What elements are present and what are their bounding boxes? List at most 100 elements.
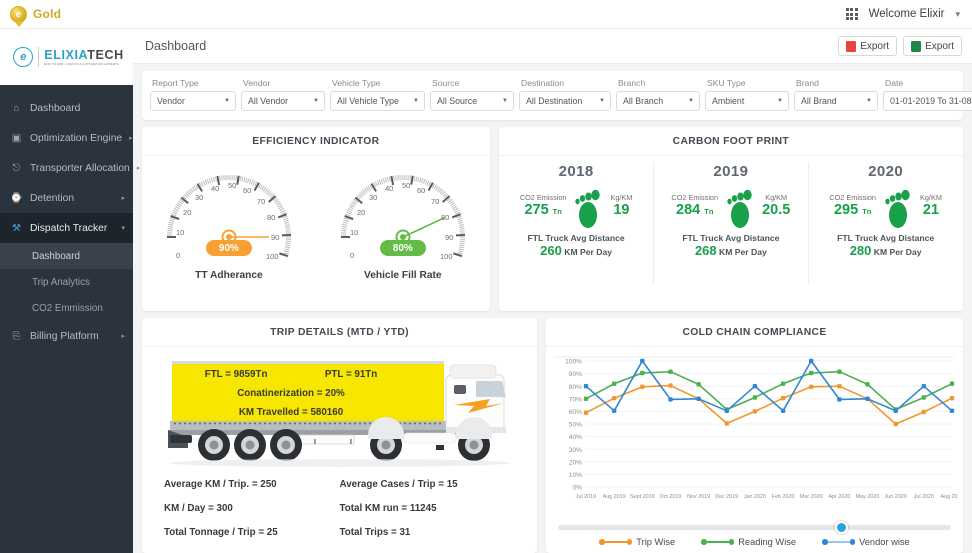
- svg-text:10%: 10%: [569, 472, 582, 479]
- select-value: All Source: [437, 96, 478, 106]
- select-value: All Destination: [526, 96, 583, 106]
- chart-scroll-thumb[interactable]: [835, 521, 849, 534]
- sidebar-item-label: Transporter Allocation: [30, 162, 130, 174]
- svg-text:40%: 40%: [569, 434, 582, 441]
- svg-text:Jan 2020: Jan 2020: [744, 494, 766, 500]
- branch-select[interactable]: All Branch ▼: [616, 91, 700, 111]
- pdf-icon: [846, 40, 857, 52]
- logo-text-elixia: ELIXIA: [44, 47, 88, 62]
- page-header: Dashboard Export Export: [133, 29, 972, 64]
- svg-text:50%: 50%: [569, 422, 582, 429]
- welcome-label[interactable]: Welcome Elixir: [869, 8, 945, 20]
- kgkm-value: 19: [613, 202, 630, 219]
- svg-text:80%: 80%: [569, 384, 582, 391]
- carbon-years: 2018 CO2 Emission 275 Tn Kg/KM 19 FTL Tr…: [499, 156, 963, 296]
- svg-text:100%: 100%: [565, 359, 582, 366]
- sidebar-subitem-co2-emmission[interactable]: CO2 Emmission: [0, 295, 133, 321]
- logo-words: ELIXIATECH END TO END LOGISTICS AUTOMATI…: [44, 47, 124, 66]
- filter-label: Destination: [521, 78, 564, 88]
- efficiency-indicator-panel: EFFICIENCY INDICATOR 0 10 20 30 40 50 60: [142, 127, 490, 311]
- export-pdf-button[interactable]: Export: [838, 36, 898, 56]
- dispatch-icon: ⚒: [12, 222, 21, 234]
- export-excel-button[interactable]: Export: [903, 36, 962, 56]
- sidebar-subitem-dashboard[interactable]: Dashboard: [0, 243, 133, 269]
- svg-text:0: 0: [176, 251, 180, 260]
- filter-label: Source: [432, 78, 460, 88]
- sidebar-item-detention[interactable]: ⌚ Detention ▸: [0, 183, 133, 213]
- sidebar-item-dashboard[interactable]: ⌂ Dashboard: [0, 93, 133, 123]
- dashboard-row-top: EFFICIENCY INDICATOR 0 10 20 30 40 50 60: [133, 120, 972, 311]
- svg-text:70: 70: [431, 197, 439, 206]
- ftl-unit: KM Per Day: [873, 247, 922, 257]
- svg-text:40: 40: [385, 184, 393, 193]
- logo-text-tech: TECH: [87, 47, 124, 62]
- vehicle-fill-rate-badge: 80%: [379, 240, 426, 256]
- sidebar-item-arrow: ▸: [121, 195, 125, 202]
- ftl-distance-value: 260: [540, 243, 562, 258]
- legend-item-reading-wise[interactable]: Reading Wise: [701, 537, 796, 547]
- co2-emission-value: 295: [833, 202, 859, 219]
- svg-text:10: 10: [176, 228, 184, 237]
- svg-text:60: 60: [243, 186, 251, 195]
- topbar-right: Welcome Elixir ▾: [845, 8, 960, 20]
- co2-emission-value: 284: [676, 202, 701, 219]
- select-value: All Branch: [623, 96, 664, 106]
- vehicle-type-select[interactable]: All Vehicle Type ▼: [330, 91, 425, 111]
- chevron-down-icon: ▼: [599, 98, 605, 104]
- select-value: All Brand: [801, 96, 837, 106]
- vehicle-fill-rate-caption: Vehicle Fill Rate: [363, 270, 442, 281]
- chevron-down-icon: ▼: [224, 98, 230, 104]
- sku-type-select[interactable]: Ambient ▼: [705, 91, 789, 111]
- sidebar-item-dispatch-tracker[interactable]: ⚒ Dispatch Tracker ▾: [0, 213, 133, 243]
- legend-item-vendor-wise[interactable]: Vendor wise: [822, 537, 910, 547]
- svg-text:20: 20: [183, 208, 191, 217]
- report-type-select[interactable]: Vendor ▼: [150, 91, 236, 111]
- ftl-distance-label: FTL Truck Avg Distance: [682, 233, 780, 243]
- ftl-distance-label: FTL Truck Avg Distance: [527, 233, 625, 243]
- kgkm-block: Kg/KM 19: [610, 193, 632, 219]
- truck-illustration: FTL = 9859Tn PTL = 91Tn Conatinerization…: [154, 353, 525, 473]
- sidebar-item-label: Dashboard: [30, 102, 81, 114]
- sidebar-nav: ⌂ Dashboard ▣ Optimization Engine ▸ ⎋ Tr…: [0, 85, 141, 553]
- kpi-average-km-per-trip: Average KM / Trip. = 250: [164, 479, 277, 490]
- ftl-unit: KM Per Day: [719, 247, 767, 257]
- main-content: Dashboard Export Export Report Type Vend…: [133, 29, 972, 553]
- ftl-stat: FTL = 9859Tn: [204, 369, 268, 380]
- legend-item-trip-wise[interactable]: Trip Wise: [599, 537, 675, 547]
- svg-text:30%: 30%: [569, 447, 582, 454]
- excel-icon: [911, 40, 922, 52]
- sidebar-item-billing-platform[interactable]: ⎘ Billing Platform ▸: [0, 321, 133, 351]
- chevron-down-icon: ▼: [413, 98, 419, 104]
- svg-text:90: 90: [271, 233, 279, 242]
- trip-kpi-column-left: Average KM / Trip. = 250 KM / Day = 300 …: [164, 479, 340, 551]
- sidebar-item-optimization-engine[interactable]: ▣ Optimization Engine ▸: [0, 123, 133, 153]
- legend-label: Reading Wise: [738, 537, 797, 547]
- sidebar: e ELIXIATECH END TO END LOGISTICS AUTOMA…: [0, 29, 141, 553]
- tt-adherance-badge: 90%: [205, 240, 252, 256]
- date-range-input[interactable]: 01-01-2019 To 31-08-2020 📅: [883, 91, 972, 111]
- cold-chain-chart: 0% 10% 20% 30% 40% 50% 60% 70% 80% 90% 100% Jul 201…: [546, 347, 963, 522]
- kgkm-label: Kg/KM: [765, 193, 788, 203]
- grid-apps-icon[interactable]: [845, 8, 858, 20]
- svg-text:Nov 2019: Nov 2019: [687, 494, 710, 500]
- svg-text:Mar 2020: Mar 2020: [800, 494, 823, 500]
- destination-select[interactable]: All Destination ▼: [519, 91, 611, 111]
- gold-brand[interactable]: e Gold: [10, 5, 61, 23]
- chevron-down-icon[interactable]: ▾: [955, 9, 960, 20]
- source-select[interactable]: All Source ▼: [430, 91, 514, 111]
- svg-text:40: 40: [211, 184, 219, 193]
- co2-unit: Tn: [552, 207, 562, 217]
- legend-marker: [701, 539, 735, 545]
- clock-icon: ⌚: [10, 192, 23, 204]
- chart-scroll-track[interactable]: [558, 521, 951, 534]
- page-title: Dashboard: [145, 39, 207, 53]
- brand-select[interactable]: All Brand ▼: [794, 91, 878, 111]
- elixia-logo[interactable]: e ELIXIATECH END TO END LOGISTICS AUTOMA…: [0, 29, 133, 85]
- home-icon: ⌂: [13, 102, 20, 114]
- sidebar-subitem-trip-analytics[interactable]: Trip Analytics: [0, 269, 133, 295]
- kpi-total-km-run: Total KM run = 11245: [339, 503, 437, 514]
- year-label: 2020: [868, 163, 904, 180]
- sidebar-item-transporter-allocation[interactable]: ⎋ Transporter Allocation ▸: [0, 153, 141, 183]
- svg-text:Jul 2020: Jul 2020: [914, 494, 934, 500]
- vendor-select[interactable]: All Vendor ▼: [241, 91, 325, 111]
